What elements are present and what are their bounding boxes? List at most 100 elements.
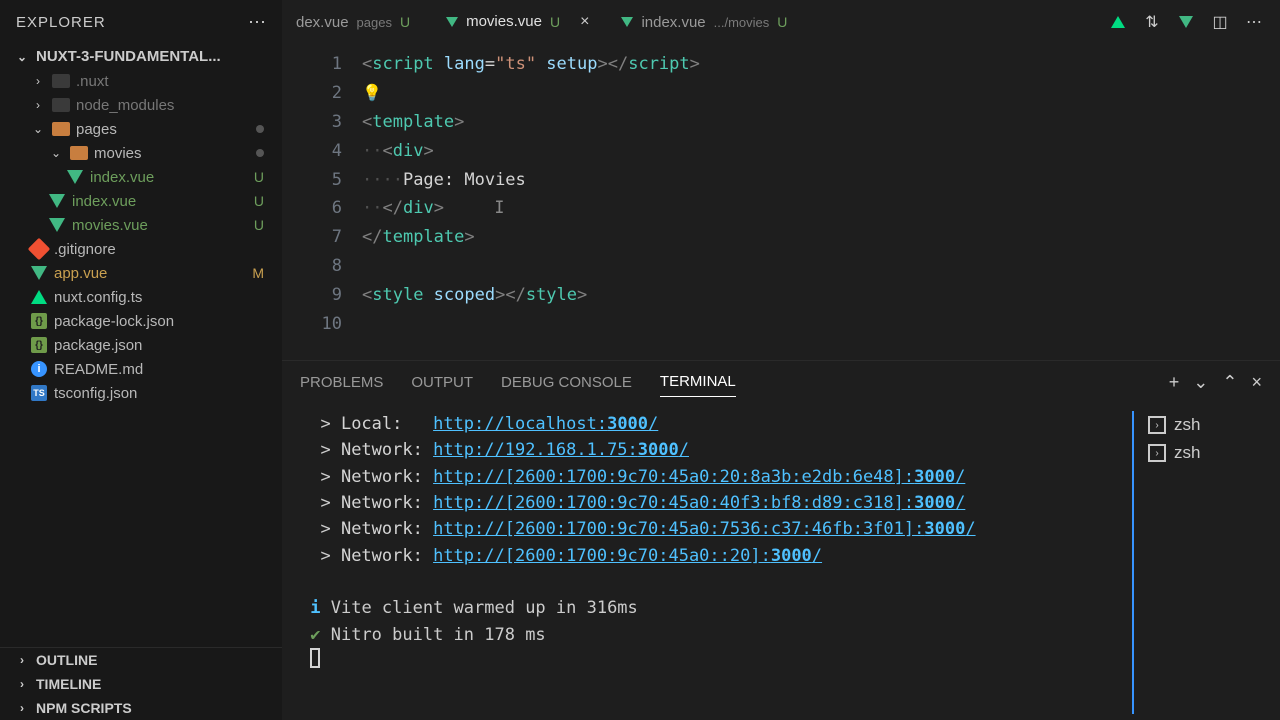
lightbulb-icon[interactable]: 💡 — [362, 83, 382, 102]
terminal-entry[interactable]: › zsh — [1148, 411, 1262, 439]
item-label: pages — [76, 121, 250, 138]
chevron-down-icon: ⌄ — [30, 121, 46, 137]
item-label: .nuxt — [76, 73, 272, 90]
chevron-down-icon[interactable]: ⌄ — [1193, 372, 1208, 393]
text-cursor: ⵊ — [495, 198, 504, 218]
section-label: TIMELINE — [36, 676, 101, 692]
tab-index-pages[interactable]: dex.vue pages U — [282, 0, 432, 44]
item-label: app.vue — [54, 265, 246, 282]
line-gutter: 1 2 3 4 5 6 7 8 9 10 — [282, 50, 362, 360]
folder-node-modules[interactable]: › node_modules — [0, 93, 282, 117]
file-package-lock[interactable]: {} package-lock.json — [0, 309, 282, 333]
json-icon: {} — [30, 312, 48, 330]
file-package[interactable]: {} package.json — [0, 333, 282, 357]
code-line: <style scoped></style> — [362, 281, 1280, 310]
code-line: <template> — [362, 108, 1280, 137]
git-status: U — [254, 169, 264, 185]
dot-marker-icon — [256, 125, 264, 133]
tab-label: movies.vue — [466, 13, 542, 30]
term-line: > Network: http://[2600:1700:9c70:45a0::… — [300, 543, 1132, 569]
sidebar-sections: › OUTLINE › TIMELINE › NPM SCRIPTS — [0, 647, 282, 720]
compare-icon[interactable]: ⇅ — [1142, 12, 1162, 32]
term-line: i Vite client warmed up in 316ms — [300, 595, 1132, 621]
item-label: movies — [94, 145, 250, 162]
tab-index-movies[interactable]: index.vue .../movies U — [607, 0, 809, 44]
close-icon[interactable]: × — [1251, 372, 1262, 393]
term-line: > Network: http://[2600:1700:9c70:45a0:4… — [300, 490, 1132, 516]
panel-tab-problems[interactable]: PROBLEMS — [300, 368, 383, 397]
file-tsconfig[interactable]: TS tsconfig.json — [0, 381, 282, 405]
folder-pages[interactable]: ⌄ pages — [0, 117, 282, 141]
tab-movies[interactable]: movies.vue U × — [432, 0, 607, 44]
project-name: NUXT-3-FUNDAMENTAL... — [36, 48, 221, 65]
close-icon[interactable]: × — [576, 13, 593, 31]
nuxt-icon[interactable] — [1108, 12, 1128, 32]
editor-tabs: dex.vue pages U movies.vue U × index.vue… — [282, 0, 1280, 44]
section-timeline[interactable]: › TIMELINE — [0, 672, 282, 696]
vue-icon — [48, 192, 66, 210]
folder-icon — [52, 120, 70, 138]
explorer-header: EXPLORER ⋯ — [0, 0, 282, 44]
item-label: nuxt.config.ts — [54, 289, 272, 306]
code-area[interactable]: <script lang="ts" setup></script> 💡 <tem… — [362, 50, 1280, 360]
git-status: U — [254, 193, 264, 209]
tab-sublabel: pages — [357, 15, 392, 30]
vue-icon[interactable] — [1176, 12, 1196, 32]
code-editor[interactable]: 1 2 3 4 5 6 7 8 9 10 <script lang="ts" s… — [282, 44, 1280, 360]
titlebar-actions: ⇅ ◫ ⋯ — [1108, 12, 1280, 32]
new-terminal-icon[interactable]: + — [1169, 372, 1180, 393]
terminal-icon: › — [1148, 444, 1166, 462]
item-label: README.md — [54, 361, 272, 378]
term-line: ✔ Nitro built in 178 ms — [300, 622, 1132, 648]
terminal-icon: › — [1148, 416, 1166, 434]
terminal-entry[interactable]: › zsh — [1148, 439, 1262, 467]
file-tree: › .nuxt › node_modules ⌄ pages ⌄ movies … — [0, 69, 282, 647]
panel-tabs: PROBLEMS OUTPUT DEBUG CONSOLE TERMINAL +… — [282, 361, 1280, 397]
term-line: > Network: http://192.168.1.75:3000/ — [300, 437, 1132, 463]
line-num: 9 — [282, 281, 342, 310]
line-num: 7 — [282, 223, 342, 252]
ts-icon: TS — [30, 384, 48, 402]
section-npm-scripts[interactable]: › NPM SCRIPTS — [0, 696, 282, 720]
file-gitignore[interactable]: .gitignore — [0, 237, 282, 261]
file-movies[interactable]: movies.vue U — [0, 213, 282, 237]
code-line: 💡 — [362, 79, 1280, 108]
split-icon[interactable]: ◫ — [1210, 12, 1230, 32]
vue-icon — [446, 17, 458, 27]
file-index[interactable]: index.vue U — [0, 189, 282, 213]
file-nuxt-config[interactable]: nuxt.config.ts — [0, 285, 282, 309]
chevron-down-icon: ⌄ — [48, 145, 64, 161]
folder-movies[interactable]: ⌄ movies — [0, 141, 282, 165]
json-icon: {} — [30, 336, 48, 354]
git-status: U — [254, 217, 264, 233]
panel-tab-debug[interactable]: DEBUG CONSOLE — [501, 368, 632, 397]
terminal-label: zsh — [1174, 415, 1200, 435]
line-num: 4 — [282, 137, 342, 166]
terminal-output[interactable]: > Local: http://localhost:3000/ > Networ… — [300, 411, 1132, 714]
panel-tab-terminal[interactable]: TERMINAL — [660, 367, 736, 397]
file-movies-index[interactable]: index.vue U — [0, 165, 282, 189]
project-name-row[interactable]: ⌄ NUXT-3-FUNDAMENTAL... — [0, 44, 282, 69]
section-outline[interactable]: › OUTLINE — [0, 648, 282, 672]
file-app-vue[interactable]: app.vue M — [0, 261, 282, 285]
more-icon[interactable]: ⋯ — [248, 12, 266, 33]
item-label: tsconfig.json — [54, 385, 272, 402]
terminal-cursor — [310, 648, 320, 668]
code-line — [362, 252, 1280, 281]
line-num: 5 — [282, 166, 342, 195]
term-line: > Network: http://[2600:1700:9c70:45a0:7… — [300, 516, 1132, 542]
line-num: 8 — [282, 252, 342, 281]
term-line: > Local: http://localhost:3000/ — [300, 411, 1132, 437]
chevron-up-icon[interactable]: ⌃ — [1222, 372, 1237, 393]
folder-nuxt[interactable]: › .nuxt — [0, 69, 282, 93]
vue-icon — [30, 264, 48, 282]
more-icon[interactable]: ⋯ — [1244, 12, 1264, 32]
chevron-right-icon: › — [14, 676, 30, 692]
file-readme[interactable]: i README.md — [0, 357, 282, 381]
item-label: movies.vue — [72, 217, 248, 234]
folder-icon — [52, 72, 70, 90]
panel-body: > Local: http://localhost:3000/ > Networ… — [282, 397, 1280, 720]
line-num: 6 — [282, 194, 342, 223]
git-status: U — [550, 14, 560, 30]
panel-tab-output[interactable]: OUTPUT — [411, 368, 473, 397]
